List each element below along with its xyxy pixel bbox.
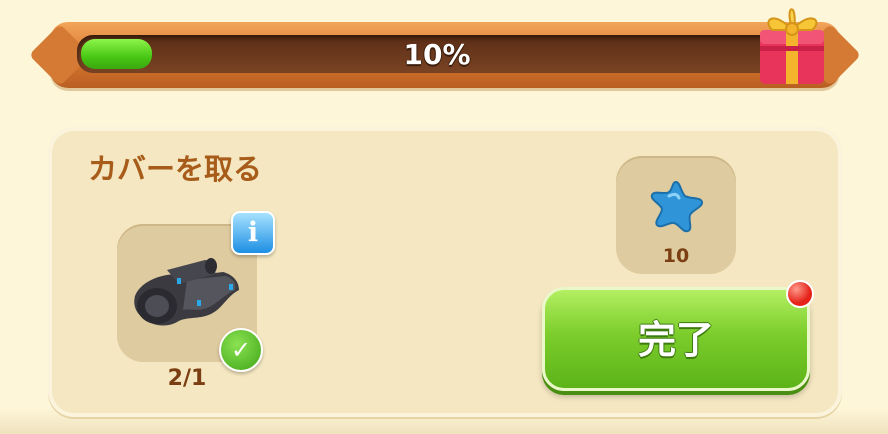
progress-percent-label: 10% xyxy=(403,38,471,71)
progress-track: 10% xyxy=(77,35,797,73)
tarp-cover-icon xyxy=(134,258,239,326)
complete-button[interactable]: 完了 xyxy=(542,287,810,391)
item-count-label: 2/1 xyxy=(167,366,207,391)
blue-star-icon xyxy=(650,180,703,233)
quest-title: カバーを取る xyxy=(88,152,263,186)
reward-amount-label: 10 xyxy=(662,245,690,267)
gift-box-icon[interactable] xyxy=(754,0,830,88)
info-icon[interactable]: i xyxy=(231,211,275,255)
progress-bar-frame: 10% xyxy=(50,22,840,88)
notification-dot xyxy=(786,280,814,308)
